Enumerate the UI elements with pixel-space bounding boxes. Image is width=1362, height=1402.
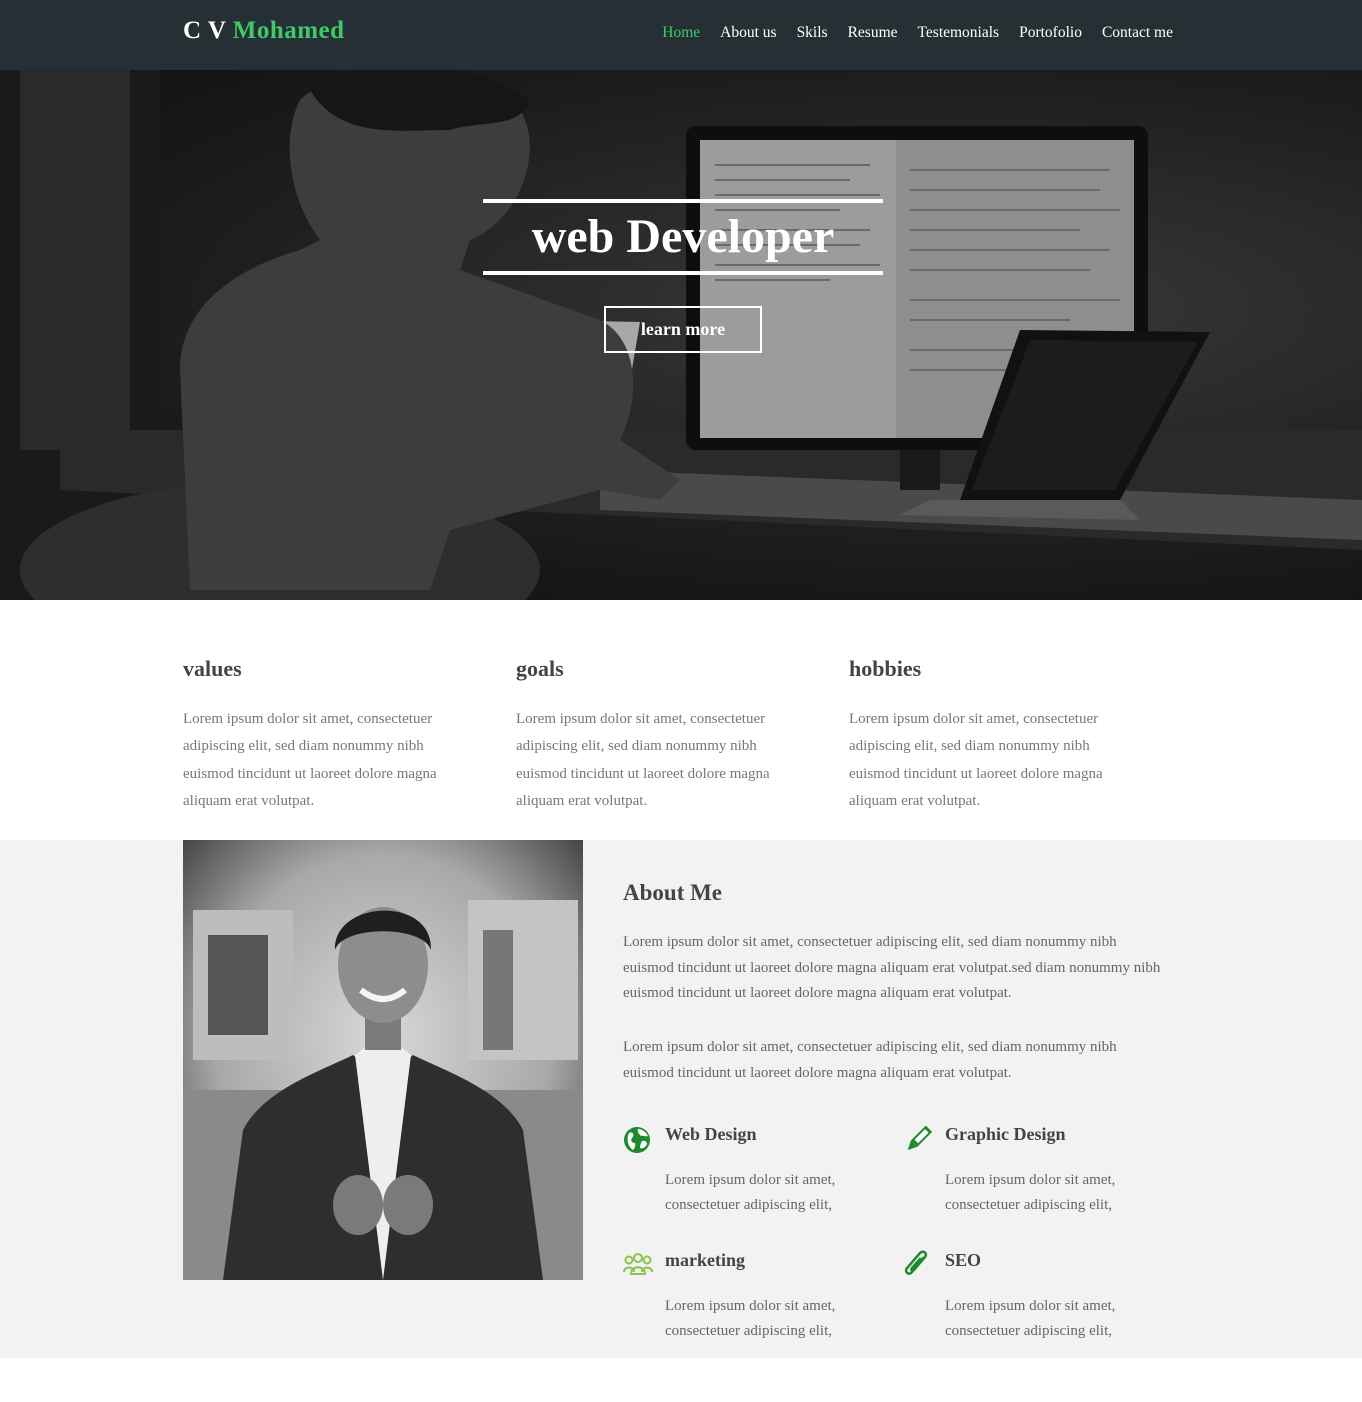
service-title: marketing bbox=[665, 1250, 745, 1270]
nav-contact-me[interactable]: Contact me bbox=[1102, 24, 1173, 42]
paperclip-icon bbox=[903, 1250, 933, 1280]
about-section: About Me Lorem ipsum dolor sit amet, con… bbox=[0, 840, 1362, 1358]
nav-resume[interactable]: Resume bbox=[848, 24, 898, 42]
feature-hobbies: hobbies Lorem ipsum dolor sit amet, cons… bbox=[849, 656, 1182, 815]
service-text: Lorem ipsum dolor sit amet, consectetuer… bbox=[665, 1172, 836, 1213]
hero-banner: web Developer learn more bbox=[0, 70, 1362, 600]
feature-text: Lorem ipsum dolor sit amet, consectetuer… bbox=[849, 711, 1103, 809]
globe-icon bbox=[623, 1124, 653, 1154]
brand-prefix: C V bbox=[183, 17, 226, 44]
nav-home[interactable]: Home bbox=[662, 24, 700, 42]
feature-title: values bbox=[183, 656, 242, 681]
feature-text: Lorem ipsum dolor sit amet, consectetuer… bbox=[516, 711, 770, 809]
service-text: Lorem ipsum dolor sit amet, consectetuer… bbox=[945, 1172, 1116, 1213]
hero-title: web Developer bbox=[531, 210, 835, 263]
feature-goals: goals Lorem ipsum dolor sit amet, consec… bbox=[516, 656, 849, 815]
navbar: C V Mohamed Home About us Skils Resume T… bbox=[0, 0, 1362, 70]
nav-skils[interactable]: Skils bbox=[797, 24, 828, 42]
main-nav: Home About us Skils Resume Testemonials … bbox=[662, 24, 1173, 42]
learn-more-button[interactable]: learn more bbox=[604, 306, 762, 353]
nav-about-us[interactable]: About us bbox=[720, 24, 776, 42]
nav-portofolio[interactable]: Portofolio bbox=[1019, 24, 1082, 42]
users-icon bbox=[623, 1250, 653, 1280]
feature-values: values Lorem ipsum dolor sit amet, conse… bbox=[183, 656, 516, 815]
about-title: About Me bbox=[623, 880, 723, 905]
service-text: Lorem ipsum dolor sit amet, consectetuer… bbox=[945, 1298, 1116, 1339]
features-section: values Lorem ipsum dolor sit amet, conse… bbox=[183, 656, 1183, 815]
service-title: SEO bbox=[945, 1250, 982, 1270]
feature-title: hobbies bbox=[849, 656, 922, 681]
profile-photo bbox=[183, 840, 583, 1280]
hero-title-frame: web Developer bbox=[483, 199, 883, 275]
pencil-icon bbox=[903, 1124, 933, 1154]
about-paragraph-2: Lorem ipsum dolor sit amet, consectetuer… bbox=[623, 1039, 1117, 1081]
brand-logo[interactable]: C V Mohamed bbox=[183, 17, 345, 45]
service-text: Lorem ipsum dolor sit amet, consectetuer… bbox=[665, 1298, 836, 1339]
service-title: Web Design bbox=[665, 1124, 757, 1144]
about-paragraph-1: Lorem ipsum dolor sit amet, consectetuer… bbox=[623, 934, 1161, 1002]
feature-title: goals bbox=[516, 656, 564, 681]
feature-text: Lorem ipsum dolor sit amet, consectetuer… bbox=[183, 711, 437, 809]
brand-name: Mohamed bbox=[232, 17, 345, 44]
service-title: Graphic Design bbox=[945, 1124, 1066, 1144]
about-content: About Me Lorem ipsum dolor sit amet, con… bbox=[623, 880, 1168, 1115]
nav-testemonials[interactable]: Testemonials bbox=[918, 24, 1000, 42]
